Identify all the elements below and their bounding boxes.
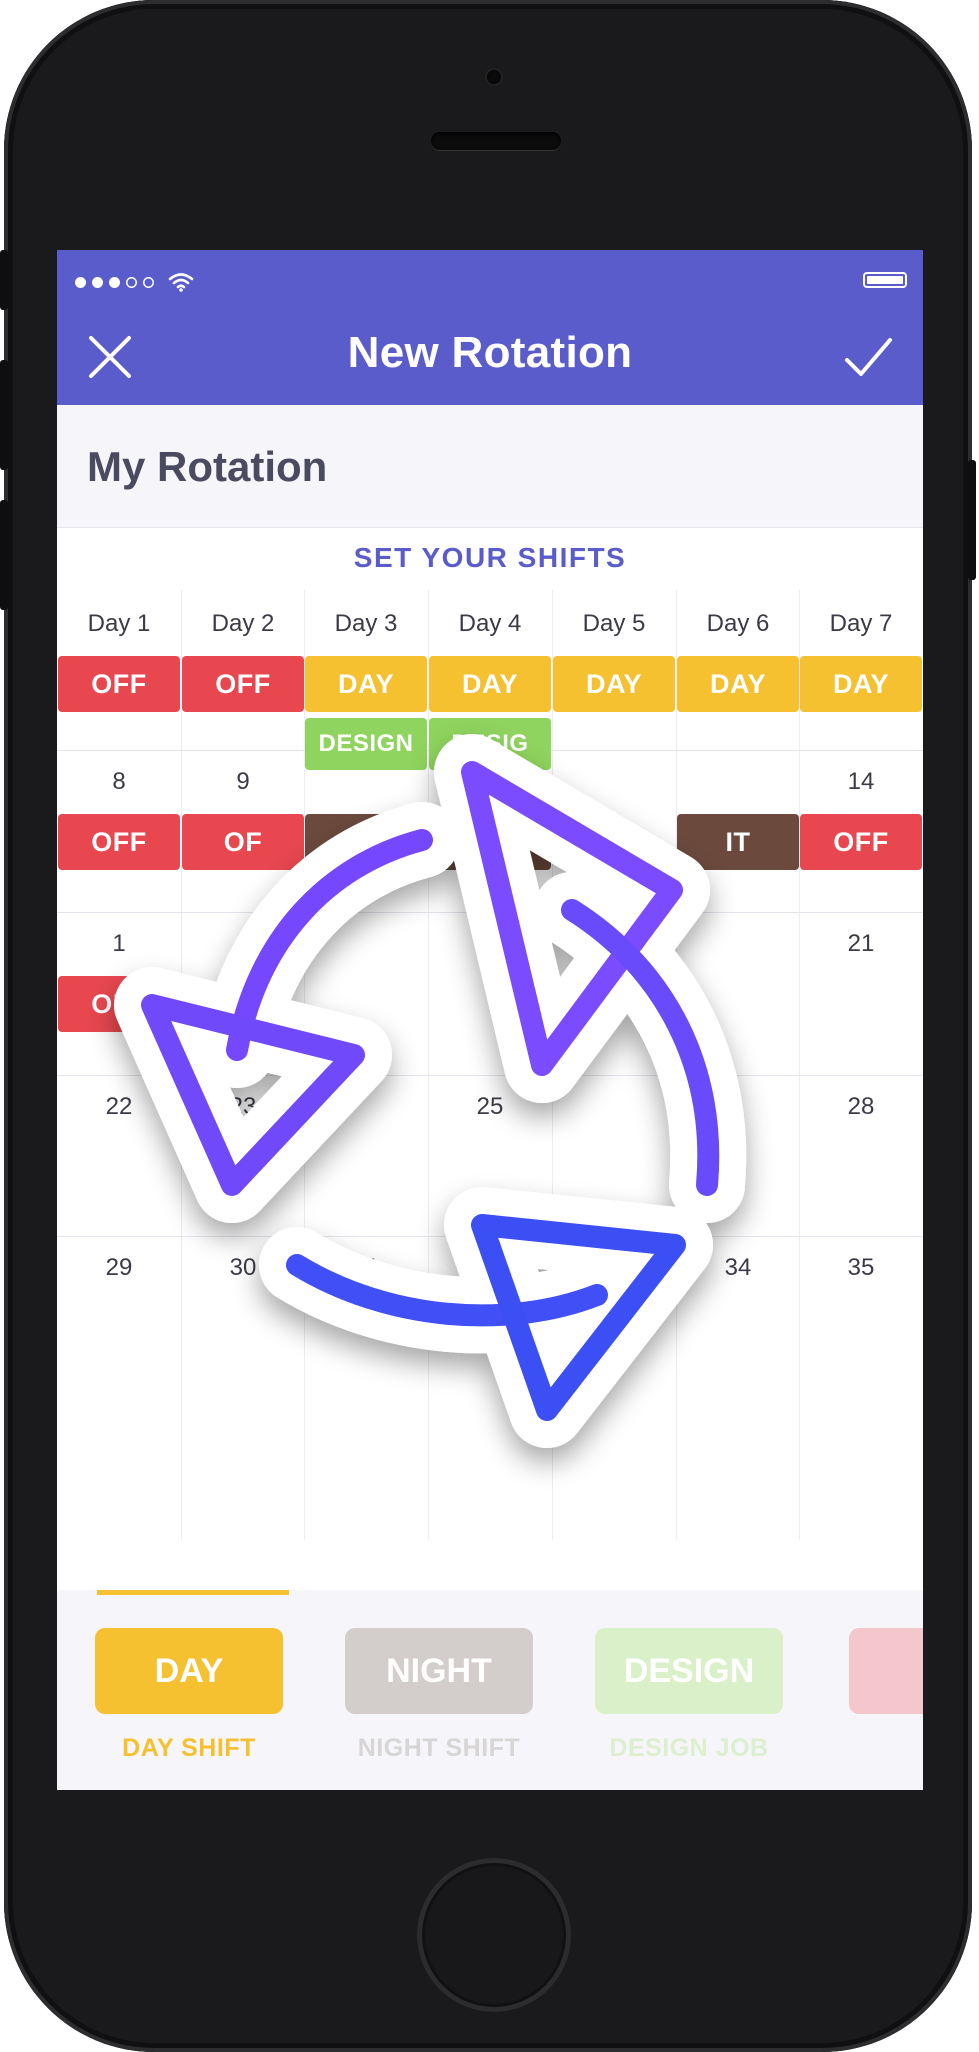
grid-divider xyxy=(676,590,677,1540)
volume-up-button xyxy=(0,360,8,470)
day-number: 22 xyxy=(105,1093,133,1120)
day-number: 28 xyxy=(847,1093,875,1120)
shift-chip[interactable]: DESIG xyxy=(429,718,551,770)
rotation-name-field[interactable]: My Rotation xyxy=(57,405,923,528)
signal-dot xyxy=(126,277,137,288)
day-number: 35 xyxy=(847,1254,875,1281)
palette-caption: DESIGN JOB xyxy=(609,1734,769,1762)
nav-header: New Rotation xyxy=(57,250,923,405)
rotation-grid: Day 1 Day 2 Day 3 Day 4 Day 5 Day 6 Day 7 OFF OF… xyxy=(57,590,923,1540)
grid-divider xyxy=(57,1236,923,1237)
palette-button-night-shift[interactable]: NIGHT xyxy=(345,1628,533,1714)
shift-chip[interactable]: HT xyxy=(305,814,427,870)
signal-dot xyxy=(92,276,103,288)
grid-divider xyxy=(552,590,553,1540)
grid-divider xyxy=(57,912,923,913)
day-number: 33 xyxy=(600,1254,628,1281)
day-number: 9 xyxy=(236,768,250,795)
grid-divider xyxy=(57,1075,923,1076)
battery-icon xyxy=(863,272,907,288)
day-number: 29 xyxy=(105,1254,133,1281)
front-camera xyxy=(487,70,501,84)
app-screen: New Rotation My Rotation SET YOUR SHIFTS… xyxy=(57,250,923,1790)
day-header: Day 2 xyxy=(211,610,275,637)
day-header: Day 3 xyxy=(334,610,398,637)
day-number: 11 xyxy=(477,768,503,795)
day-number: 8 xyxy=(112,768,126,795)
shift-chip[interactable]: DAY xyxy=(429,656,551,712)
signal-dot xyxy=(75,276,86,288)
selected-underline xyxy=(97,1590,289,1595)
shift-chip[interactable]: OFF xyxy=(182,656,304,712)
volume-down-button xyxy=(0,500,8,610)
shift-chip[interactable]: OFF xyxy=(800,814,922,870)
shift-chip[interactable]: OFF xyxy=(58,656,180,712)
shift-chip[interactable]: OF xyxy=(182,814,304,870)
day-header: Day 7 xyxy=(829,610,893,637)
shift-palette: DAY DAY SHIFT NIGHT NIGHT SHIFT DESIGN DESIGN… xyxy=(57,1590,923,1790)
palette-button-more[interactable]: O xyxy=(849,1628,923,1714)
day-number: 32 xyxy=(476,1254,504,1281)
power-button xyxy=(968,460,976,580)
signal-dot xyxy=(109,276,120,288)
day-number: 25 xyxy=(476,1093,504,1120)
palette-button-day-shift[interactable]: DAY xyxy=(95,1628,283,1714)
day-number: 23 xyxy=(229,1093,257,1120)
grid-divider xyxy=(799,590,800,1540)
day-number: 21 xyxy=(847,930,875,957)
shift-chip[interactable]: DAY xyxy=(677,656,799,712)
page-title: New Rotation xyxy=(347,328,633,377)
section-title: SET YOUR SHIFTS xyxy=(353,542,627,573)
shift-chip[interactable]: NIGHT xyxy=(429,814,551,870)
signal-dot xyxy=(143,277,154,288)
day-number: 34 xyxy=(724,1254,752,1281)
wifi-icon xyxy=(168,273,194,292)
shift-chip[interactable]: DAY xyxy=(800,656,922,712)
day-number: 31 xyxy=(352,1254,380,1281)
day-number: 30 xyxy=(229,1254,257,1281)
palette-caption: DAY SHIFT xyxy=(122,1734,256,1762)
shift-chip[interactable]: DAY xyxy=(553,656,675,712)
home-button[interactable] xyxy=(417,1858,571,2012)
day-number: 19 xyxy=(600,930,628,957)
palette-caption: NIGHT SHIFT xyxy=(357,1734,521,1762)
earpiece-speaker xyxy=(431,132,561,150)
grid-divider xyxy=(181,590,182,1540)
day-header: Day 4 xyxy=(458,610,522,637)
shift-chip[interactable]: IT xyxy=(677,814,799,870)
day-header: Day 6 xyxy=(706,610,770,637)
palette-button-design-job[interactable]: DESIGN xyxy=(595,1628,783,1714)
shift-chip[interactable]: DAY xyxy=(305,656,427,712)
shift-chip[interactable]: DESIGN xyxy=(305,718,427,770)
mute-switch xyxy=(0,250,8,310)
day-number: 1 xyxy=(112,930,126,957)
day-header: Day 1 xyxy=(87,610,151,637)
shift-chip[interactable]: OFF xyxy=(58,814,180,870)
check-icon[interactable] xyxy=(843,332,893,382)
day-number: 14 xyxy=(847,768,875,795)
shift-chip[interactable]: OFF xyxy=(58,976,180,1032)
status-bar xyxy=(75,270,194,294)
rotation-name-text: My Rotation xyxy=(87,443,328,490)
day-header: Day 5 xyxy=(582,610,646,637)
day-number: 18 xyxy=(476,930,504,957)
